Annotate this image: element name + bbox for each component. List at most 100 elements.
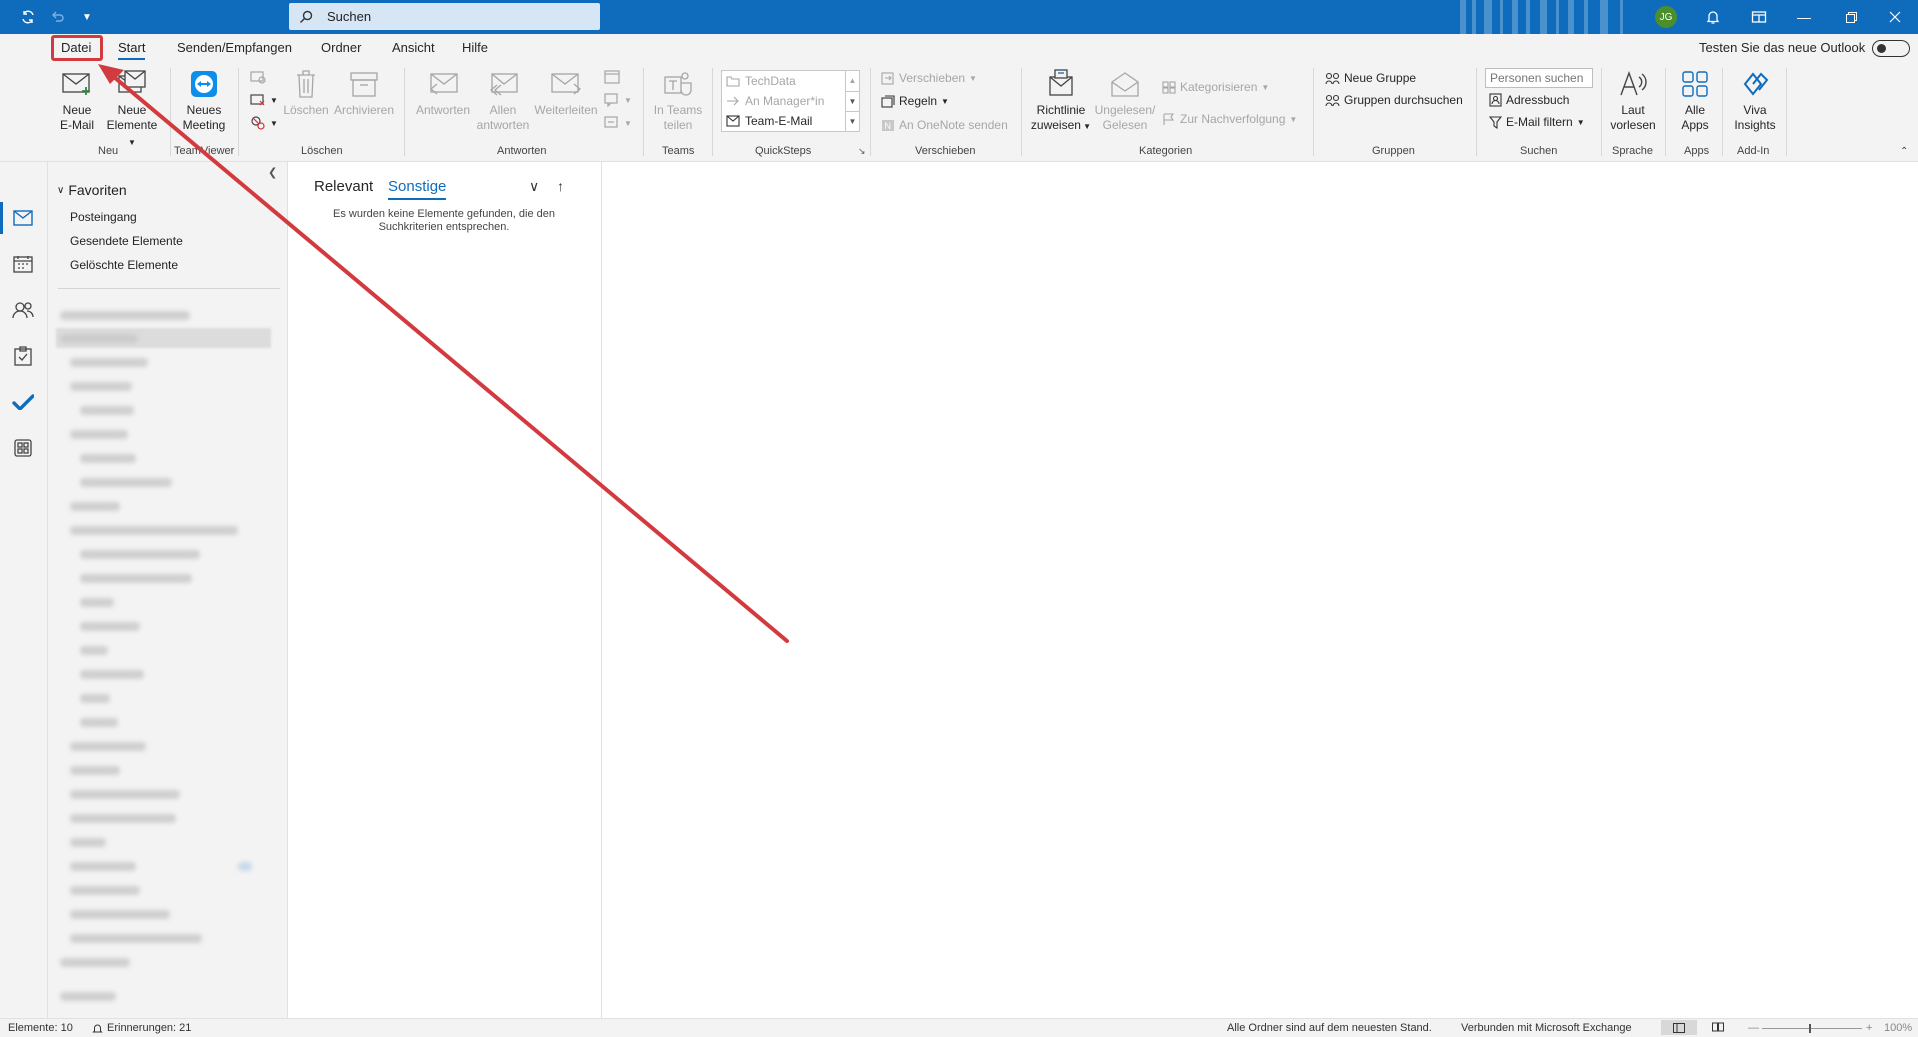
list-item[interactable] — [70, 934, 202, 943]
mail-icon[interactable] — [0, 202, 35, 234]
list-item[interactable] — [70, 862, 136, 871]
delete-button[interactable]: Löschen — [283, 68, 329, 118]
quickstep-manager[interactable]: An Manager*in — [726, 94, 824, 108]
list-item[interactable] — [70, 742, 146, 751]
close-button[interactable] — [1872, 0, 1918, 34]
chevron-down-icon[interactable]: ∨ — [529, 178, 539, 195]
zoom-in-button[interactable]: + — [1866, 1022, 1872, 1034]
share-to-teams-button[interactable]: In Teams teilen — [650, 68, 706, 133]
list-item[interactable] — [70, 814, 176, 823]
reminders[interactable]: Erinnerungen: 21 — [92, 1022, 191, 1034]
move-button[interactable]: Verschieben ▼ — [881, 71, 977, 85]
tab-sonstige[interactable]: Sonstige — [388, 178, 447, 200]
list-item[interactable] — [60, 992, 116, 1001]
quicksteps-gallery[interactable]: TechData An Manager*in Team-E-Mail ▲ ▼ ▼ — [721, 70, 860, 132]
reply-all-button[interactable]: Allen antworten — [474, 68, 532, 133]
more-apps-icon[interactable] — [11, 436, 35, 460]
tab-ordner[interactable]: Ordner — [321, 40, 361, 55]
list-item[interactable] — [80, 478, 172, 487]
address-book-button[interactable]: Adressbuch — [1489, 93, 1569, 107]
search-input[interactable]: Suchen — [289, 3, 600, 30]
people-icon[interactable] — [11, 298, 35, 322]
list-item[interactable] — [70, 430, 128, 439]
new-outlook-toggle[interactable] — [1872, 40, 1910, 57]
list-item[interactable] — [70, 502, 120, 511]
list-item[interactable] — [70, 358, 148, 367]
list-item[interactable] — [60, 334, 138, 343]
archive-button[interactable]: Archivieren — [332, 68, 396, 118]
tab-senden-empfangen[interactable]: Senden/Empfangen — [177, 40, 292, 55]
quickstep-team-email[interactable]: Team-E-Mail — [726, 114, 812, 128]
list-item[interactable] — [70, 382, 132, 391]
calendar-icon[interactable] — [11, 252, 35, 276]
collapse-folder-pane-icon[interactable]: ❮ — [268, 166, 277, 179]
list-item[interactable] — [70, 526, 238, 535]
reading-view-button[interactable] — [1712, 1022, 1724, 1032]
list-item[interactable] — [70, 886, 140, 895]
new-meeting-button[interactable]: Neues Meeting — [180, 68, 228, 133]
list-item[interactable] — [70, 766, 120, 775]
avatar[interactable]: JG — [1655, 6, 1677, 28]
collapse-ribbon-icon[interactable]: ⌃ — [1900, 146, 1908, 157]
reply-button[interactable]: Antworten — [413, 68, 473, 118]
meeting-reply-icon[interactable] — [604, 70, 620, 84]
more-reply-button[interactable]: ▼ — [604, 116, 632, 130]
restore-button[interactable] — [1828, 0, 1874, 34]
list-item[interactable] — [80, 622, 140, 631]
cleanup-button[interactable]: ▼ — [250, 93, 278, 107]
unread-read-button[interactable]: Ungelesen/ Gelesen — [1094, 68, 1156, 133]
browse-groups-button[interactable]: Gruppen durchsuchen — [1325, 93, 1463, 107]
tab-relevant[interactable]: Relevant — [314, 178, 373, 195]
dialog-launcher-icon[interactable]: ↘ — [858, 146, 866, 157]
followup-button[interactable]: Zur Nachverfolgung ▼ — [1162, 112, 1297, 126]
list-item[interactable] — [80, 574, 192, 583]
list-item[interactable] — [80, 550, 200, 559]
list-item[interactable] — [80, 694, 110, 703]
zoom-slider-thumb[interactable] — [1809, 1024, 1811, 1033]
favorite-posteingang[interactable]: Posteingang — [70, 210, 137, 224]
sync-icon[interactable] — [17, 6, 39, 28]
viva-insights-button[interactable]: Viva Insights — [1730, 68, 1780, 133]
junk-button[interactable]: ▼ — [250, 116, 278, 130]
forward-button[interactable]: Weiterleiten — [533, 68, 599, 118]
favorite-geloeschte[interactable]: Gelöschte Elemente — [70, 258, 178, 272]
normal-view-button[interactable] — [1661, 1020, 1697, 1035]
tasks-icon[interactable] — [11, 344, 35, 368]
favorite-gesendete[interactable]: Gesendete Elemente — [70, 234, 183, 248]
people-search-input[interactable] — [1485, 68, 1593, 88]
ignore-icon[interactable] — [250, 70, 266, 84]
all-apps-button[interactable]: Alle Apps — [1671, 68, 1719, 133]
sort-arrow-up-icon[interactable]: ↑ — [557, 178, 564, 194]
todo-icon[interactable] — [11, 390, 35, 414]
list-item[interactable] — [70, 838, 106, 847]
list-item[interactable] — [60, 311, 190, 320]
new-email-button[interactable]: Neue E-Mail — [56, 68, 98, 133]
list-item[interactable] — [80, 718, 118, 727]
list-item[interactable] — [80, 406, 134, 415]
customize-quick-access-icon[interactable]: ▼ — [76, 6, 98, 28]
bell-icon[interactable] — [1702, 6, 1724, 28]
onenote-button[interactable]: N An OneNote senden — [881, 118, 1008, 132]
list-item[interactable] — [80, 670, 144, 679]
assign-policy-button[interactable]: Richtlinie zuweisen ▼ — [1028, 68, 1094, 134]
coming-soon-icon[interactable] — [1748, 6, 1770, 28]
minimize-button[interactable]: — — [1781, 0, 1827, 34]
list-item[interactable] — [70, 790, 180, 799]
zoom-out-button[interactable]: — — [1748, 1022, 1759, 1034]
list-item[interactable] — [80, 454, 136, 463]
im-reply-button[interactable]: ▼ — [604, 93, 632, 107]
zoom-slider[interactable] — [1762, 1028, 1862, 1029]
favorites-header[interactable]: ∨ Favoriten — [57, 182, 127, 198]
categorize-button[interactable]: Kategorisieren ▼ — [1162, 80, 1269, 94]
read-aloud-button[interactable]: Laut vorlesen — [1607, 68, 1659, 133]
tab-hilfe[interactable]: Hilfe — [462, 40, 488, 55]
list-item[interactable] — [60, 958, 130, 967]
quicksteps-scroll[interactable]: ▲ ▼ ▼ — [845, 71, 859, 131]
tab-ansicht[interactable]: Ansicht — [392, 40, 435, 55]
new-group-button[interactable]: Neue Gruppe — [1325, 71, 1416, 85]
tab-start[interactable]: Start — [118, 40, 146, 60]
quickstep-techdata[interactable]: TechData — [726, 74, 796, 88]
list-item[interactable] — [80, 646, 108, 655]
rules-button[interactable]: Regeln ▼ — [881, 94, 949, 108]
list-item[interactable] — [70, 910, 170, 919]
